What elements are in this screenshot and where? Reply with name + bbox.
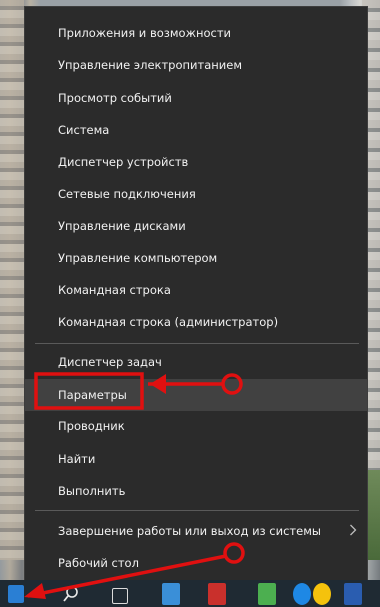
menu-item-command-prompt[interactable]: Командная строка	[25, 274, 367, 306]
menu-item-label: Диспетчер задач	[58, 355, 162, 369]
menu-item-label: Завершение работы или выход из системы	[58, 524, 321, 538]
menu-separator	[35, 510, 359, 511]
menu-item-label: Командная строка	[58, 283, 171, 297]
app-icon[interactable]	[208, 583, 226, 605]
menu-item-apps-features[interactable]: Приложения и возможности	[25, 17, 367, 49]
menu-item-power-options[interactable]: Управление электропитанием	[25, 49, 367, 81]
menu-item-run[interactable]: Выполнить	[25, 475, 367, 507]
store-icon[interactable]	[162, 583, 180, 605]
menu-item-label: Выполнить	[58, 484, 126, 498]
winx-context-menu: Приложения и возможности Управление элек…	[24, 6, 368, 590]
menu-item-shutdown-signout[interactable]: Завершение работы или выход из системы	[25, 515, 367, 547]
menu-item-system[interactable]: Система	[25, 114, 367, 146]
menu-item-label: Проводник	[58, 419, 125, 433]
menu-item-label: Система	[58, 123, 110, 137]
menu-item-network-connections[interactable]: Сетевые подключения	[25, 178, 367, 210]
menu-item-label: Рабочий стол	[58, 556, 139, 570]
task-view-icon[interactable]	[112, 588, 128, 604]
ie-icon[interactable]	[293, 583, 311, 605]
phone-icon[interactable]	[258, 583, 276, 605]
menu-item-label: Параметры	[58, 388, 127, 402]
menu-item-label: Сетевые подключения	[58, 187, 196, 201]
menu-item-label: Просмотр событий	[58, 91, 172, 105]
menu-item-computer-management[interactable]: Управление компьютером	[25, 242, 367, 274]
menu-item-settings[interactable]: Параметры	[25, 379, 367, 411]
menu-separator	[35, 343, 359, 344]
menu-item-label: Управление компьютером	[58, 251, 218, 265]
menu-item-label: Приложения и возможности	[58, 26, 231, 40]
menu-item-disk-management[interactable]: Управление дисками	[25, 210, 367, 242]
start-icon[interactable]	[8, 585, 24, 603]
menu-item-desktop[interactable]: Рабочий стол	[25, 547, 367, 579]
chrome-icon[interactable]	[313, 583, 331, 605]
menu-item-search[interactable]: Найти	[25, 443, 367, 475]
menu-item-command-prompt-admin[interactable]: Командная строка (администратор)	[25, 306, 367, 338]
menu-item-file-explorer[interactable]: Проводник	[25, 410, 367, 442]
menu-item-label: Найти	[58, 452, 96, 466]
menu-item-event-viewer[interactable]: Просмотр событий	[25, 82, 367, 114]
menu-item-label: Диспетчер устройств	[58, 155, 189, 169]
background-building-left	[0, 0, 24, 560]
menu-item-device-manager[interactable]: Диспетчер устройств	[25, 146, 367, 178]
menu-item-label: Управление электропитанием	[58, 58, 242, 72]
app2-icon[interactable]	[344, 583, 362, 605]
search-icon[interactable]	[62, 583, 80, 605]
menu-item-label: Командная строка (администратор)	[58, 315, 279, 329]
menu-item-task-manager[interactable]: Диспетчер задач	[25, 346, 367, 378]
menu-item-label: Управление дисками	[58, 219, 186, 233]
chevron-right-icon	[347, 524, 359, 538]
